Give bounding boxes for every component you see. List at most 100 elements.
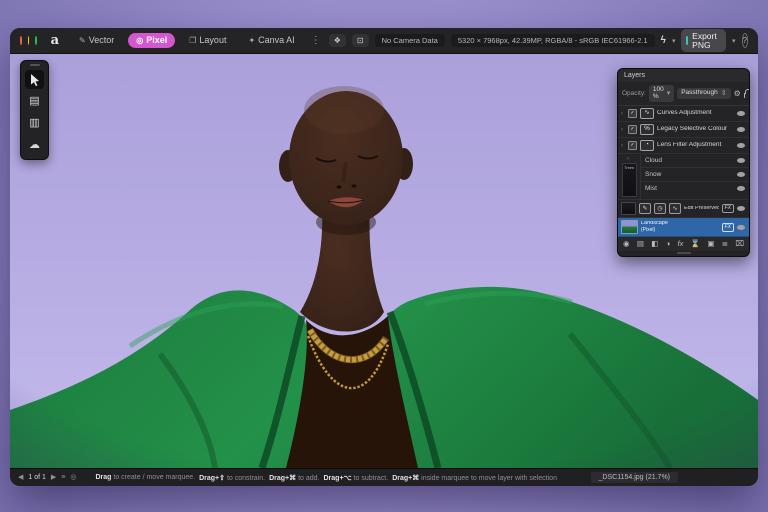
cursor-arrow-icon [30, 74, 40, 86]
export-caret-icon[interactable]: ▾ [732, 37, 736, 45]
palette-grip[interactable] [30, 64, 40, 66]
layout-frame-icon: ❐ [189, 37, 196, 45]
layer-name: Mist [645, 185, 734, 192]
next-page-icon[interactable]: ▶ [51, 474, 56, 481]
layers-panel: Layers Opacity: 100 % ▾ Passthrough ⇕ ⚙ … [617, 68, 750, 257]
move-tool[interactable] [25, 70, 44, 89]
panel-resize-grip[interactable] [618, 251, 749, 256]
overflow-menu-icon[interactable]: ⋮ [309, 35, 323, 46]
layer-checkbox[interactable]: ✓ [628, 141, 637, 150]
sparkle-icon: ✦ [248, 37, 255, 45]
blend-mode-value: Passthrough [681, 90, 718, 97]
opacity-dropdown[interactable]: 100 % ▾ [649, 85, 674, 102]
minimize-window-button[interactable] [28, 36, 30, 45]
layers-footer-toolbar: ◉ ▤ ◧ ◑ fx ⌛ ▣ ≣ ⌧ [618, 237, 749, 251]
tab-vector-label: Vector [89, 36, 115, 45]
vector-pen-icon: ✎ [79, 37, 86, 45]
visibility-eye-icon[interactable] [737, 225, 745, 230]
layer-row-landscape-selected[interactable]: Landscape (Pixel) FX [618, 218, 749, 237]
gear-icon[interactable]: ⚙ [734, 90, 741, 98]
previous-page-icon[interactable]: ◀ [18, 474, 23, 481]
hardware-acceleration-icon[interactable]: ϟ [661, 35, 666, 46]
pages-list-icon[interactable]: ≡ [61, 474, 65, 481]
merge-layers-icon[interactable]: ≣ [722, 240, 728, 248]
layer-row-edit-preserved[interactable]: ✎ ◷ ∿ Edit Preserved FX [618, 200, 749, 218]
tab-canva-ai[interactable]: ✦ Canva AI [240, 33, 302, 48]
grid-warp-tool[interactable]: ▥ [25, 114, 44, 133]
snapshot-icon[interactable]: ◎ [70, 474, 76, 481]
layer-row-selective-colour[interactable]: › ✓ % Legacy Selective Colour [618, 122, 749, 138]
layer-name: Edit Preserved [684, 206, 719, 212]
layer-name: Cloud [645, 157, 734, 164]
layer-row-snow[interactable]: Snow [641, 168, 749, 182]
tab-pixel[interactable]: ◎ Pixel [128, 33, 175, 48]
fx-badge[interactable]: FX [722, 223, 734, 232]
opacity-value: 100 % [653, 87, 664, 100]
lens-filter-icon: ◔ [640, 140, 654, 151]
layer-type-label: (Pixel) [641, 228, 719, 233]
marquee-grid-icon: ▤ [29, 96, 39, 107]
opacity-caret-icon: ▾ [667, 90, 671, 97]
brush-icon: ✎ [639, 203, 651, 214]
group-thumb-column: › Trees [618, 154, 641, 199]
visibility-eye-icon[interactable] [737, 127, 745, 132]
live-filter-icon[interactable]: ⌛ [691, 240, 700, 248]
layers-panel-title[interactable]: Layers [618, 69, 749, 82]
delete-layer-icon[interactable]: ⌧ [735, 240, 744, 248]
pixel-circle-icon: ◎ [136, 37, 143, 45]
grid-warp-icon: ▥ [29, 118, 39, 129]
history-clock-icon: ◷ [654, 203, 666, 214]
chevron-right-icon[interactable]: › [621, 127, 625, 133]
camera-status: No Camera Data [375, 34, 445, 48]
fx-badge[interactable]: FX [722, 204, 734, 213]
cloud-brush-tool[interactable]: ☁ [25, 136, 44, 155]
layer-name: Curves Adjustment [657, 110, 734, 117]
visibility-eye-icon[interactable] [737, 158, 745, 163]
tab-vector[interactable]: ✎ Vector [71, 33, 122, 48]
tab-canva-ai-label: Canva AI [258, 36, 295, 45]
layer-checkbox[interactable]: ✓ [628, 125, 637, 134]
edit-all-layers-icon[interactable]: ◉ [623, 240, 630, 248]
document-info: 5320 × 7968px, 42.39MP, RGBA/8 - sRGB IE… [451, 34, 655, 48]
layer-effects-icon[interactable]: fx [678, 240, 684, 248]
layer-thumbnail[interactable] [621, 220, 638, 234]
help-button[interactable]: ? [742, 33, 748, 48]
tab-layout[interactable]: ❐ Layout [181, 33, 234, 48]
lock-icon[interactable] [744, 93, 745, 98]
chevron-down-icon[interactable]: › [627, 156, 631, 162]
layer-row-mist[interactable]: Mist [641, 182, 749, 195]
snapping-icon[interactable]: ⊡ [352, 34, 369, 48]
layer-name: Landscape [641, 221, 719, 227]
layer-thumbnail[interactable] [621, 202, 636, 215]
group-thumbnail[interactable]: Trees [622, 163, 637, 197]
layer-group-trees: › Trees Cloud Snow Mist [618, 154, 749, 200]
layer-row-lens-filter[interactable]: › ✓ ◔ Lens Filter Adjustment [618, 138, 749, 154]
duplicate-layer-icon[interactable]: ▣ [707, 240, 714, 248]
visibility-eye-icon[interactable] [737, 143, 745, 148]
marquee-tool[interactable]: ▤ [25, 92, 44, 111]
assistant-icon[interactable]: ❖ [329, 34, 346, 48]
visibility-eye-icon[interactable] [737, 111, 745, 116]
desktop-background: a ✎ Vector ◎ Pixel ❐ Layout ✦ Canva AI ⋮… [0, 0, 768, 512]
page-indicator: 1 of 1 [28, 474, 46, 481]
chevron-right-icon[interactable]: › [621, 143, 625, 149]
layer-name: Snow [645, 171, 734, 178]
adjustment-layer-icon[interactable]: ◑ [666, 240, 671, 248]
zoom-window-button[interactable] [35, 36, 37, 45]
blend-mode-dropdown[interactable]: Passthrough ⇕ [677, 88, 730, 99]
visibility-eye-icon[interactable] [737, 172, 745, 177]
visibility-eye-icon[interactable] [737, 186, 745, 191]
new-group-icon[interactable]: ▤ [637, 240, 644, 248]
curves-icon: ∿ [669, 203, 681, 214]
layer-checkbox[interactable]: ✓ [628, 109, 637, 118]
visibility-eye-icon[interactable] [737, 206, 745, 211]
export-png-button[interactable]: Export PNG [681, 29, 726, 52]
close-window-button[interactable] [20, 36, 22, 45]
layer-name: Legacy Selective Colour [657, 126, 734, 133]
layer-row-curves[interactable]: › ✓ ∿ Curves Adjustment [618, 106, 749, 122]
mask-layer-icon[interactable]: ◧ [651, 240, 658, 248]
performance-caret-icon[interactable]: ▾ [672, 37, 676, 45]
layer-row-cloud[interactable]: Cloud [641, 154, 749, 168]
chevron-right-icon[interactable]: › [621, 111, 625, 117]
document-filename-zoom: _DSC1154.jpg (21.7%) [591, 472, 678, 483]
